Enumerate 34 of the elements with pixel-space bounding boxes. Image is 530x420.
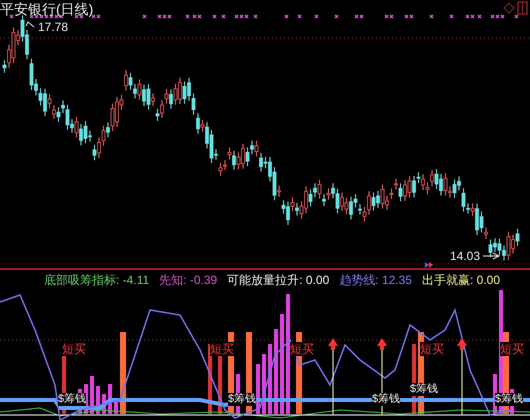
histogram-bar — [114, 399, 118, 414]
signal-label: $筹钱 — [410, 383, 438, 396]
histogram-bar — [262, 354, 266, 414]
indicator-reading: 先知: -0.39 — [159, 272, 218, 289]
histogram-bar — [102, 394, 106, 414]
indicator-reading: 底部吸筹指标: -4.11 — [44, 272, 150, 289]
arrow-line-icon — [482, 252, 500, 260]
up-arrow-marker-icon — [328, 338, 338, 416]
signal-label: 短买 — [420, 342, 444, 356]
signal-label: 短买 — [210, 342, 234, 356]
signal-label: 短买 — [290, 342, 314, 356]
histogram-bar — [90, 376, 94, 414]
up-arrow-marker-icon — [457, 338, 467, 416]
histogram-bar — [256, 364, 260, 414]
signal-label: $筹钱 — [58, 393, 86, 406]
window-title: 平安银行(日线) — [0, 0, 94, 18]
panel-icon — [518, 2, 528, 14]
histogram-bar — [96, 386, 100, 414]
diamond-icon — [503, 2, 515, 14]
indicator-reading: 趋势线: 12.35 — [339, 272, 412, 289]
signal-label: $筹钱 — [372, 393, 400, 406]
signal-label: 短买 — [500, 342, 524, 356]
histogram-bar — [208, 344, 212, 414]
indicator-reading: 可能放量拉升: 0.00 — [227, 272, 330, 289]
signal-label: 短买 — [62, 342, 86, 356]
signal-label: $筹钱 — [495, 393, 524, 406]
histogram-bar — [268, 344, 272, 414]
signal-label: $筹钱 — [228, 393, 256, 406]
histogram-bar — [108, 384, 112, 414]
low-price-label: 14.03 — [450, 249, 480, 263]
double-arrow-icon — [425, 262, 433, 268]
pointer-icon — [26, 21, 34, 28]
indicator-reading: 出手就赢: 0.00 — [422, 272, 500, 289]
high-price-label: 17.78 — [38, 20, 68, 34]
